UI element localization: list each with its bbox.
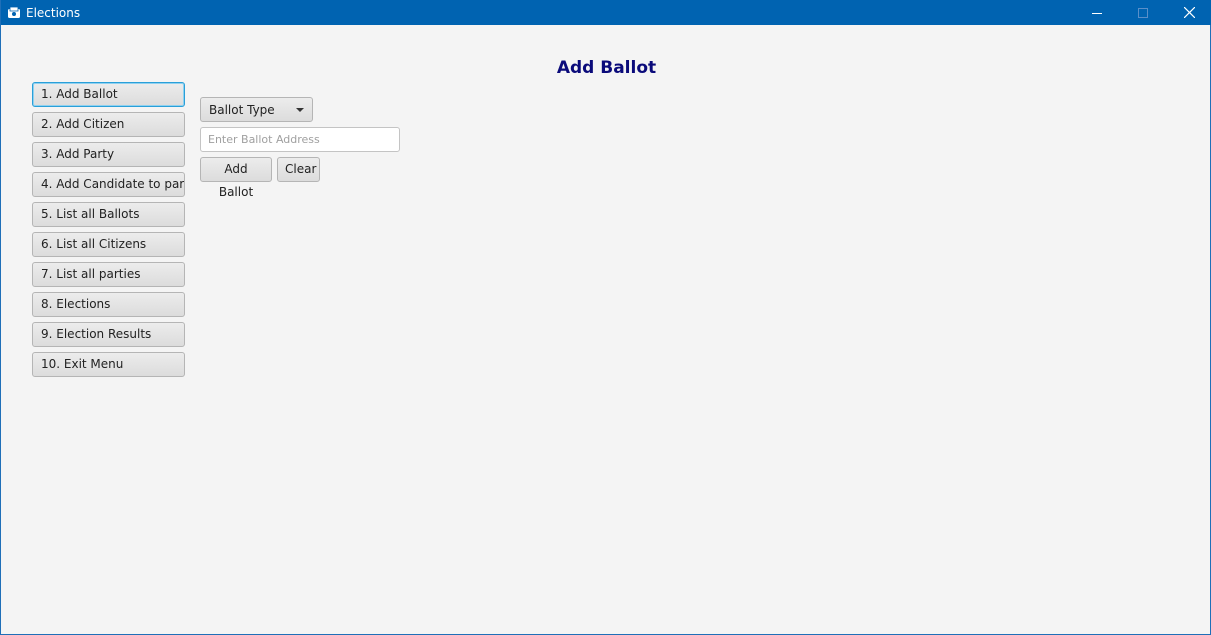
app-window: Elections Add Ballot 1. Add Ballot 2. Ad… bbox=[0, 0, 1211, 635]
menu-list-citizens-button[interactable]: 6. List all Citizens bbox=[32, 232, 185, 257]
menu-add-ballot-button[interactable]: 1. Add Ballot bbox=[32, 82, 185, 107]
window-controls bbox=[1074, 0, 1211, 25]
window-title: Elections bbox=[26, 5, 81, 20]
ballot-type-label: Ballot Type bbox=[209, 102, 275, 117]
menu-election-results-button[interactable]: 9. Election Results bbox=[32, 322, 185, 347]
maximize-button[interactable] bbox=[1120, 0, 1166, 25]
minimize-icon bbox=[1092, 12, 1102, 14]
main-menu: 1. Add Ballot 2. Add Citizen 3. Add Part… bbox=[32, 82, 185, 382]
menu-list-ballots-button[interactable]: 5. List all Ballots bbox=[32, 202, 185, 227]
minimize-button[interactable] bbox=[1074, 0, 1120, 25]
close-button[interactable] bbox=[1166, 0, 1211, 25]
chevron-down-icon bbox=[296, 108, 304, 112]
menu-add-candidate-button[interactable]: 4. Add Candidate to party bbox=[32, 172, 185, 197]
menu-exit-button[interactable]: 10. Exit Menu bbox=[32, 352, 185, 377]
add-ballot-button[interactable]: Add Ballot bbox=[200, 157, 272, 199]
ballot-type-select[interactable]: Ballot Type bbox=[200, 97, 313, 122]
page-title: Add Ballot bbox=[556, 58, 657, 78]
menu-add-citizen-button[interactable]: 2. Add Citizen bbox=[32, 112, 185, 137]
menu-elections-button[interactable]: 8. Elections bbox=[32, 292, 185, 317]
title-bar[interactable]: Elections bbox=[1, 0, 1211, 25]
maximize-icon bbox=[1138, 7, 1148, 18]
menu-list-parties-button[interactable]: 7. List all parties bbox=[32, 262, 185, 287]
ballot-app-icon bbox=[6, 5, 22, 21]
ballot-address-input[interactable] bbox=[200, 127, 400, 152]
close-icon bbox=[1183, 7, 1195, 18]
clear-button[interactable]: Clear bbox=[277, 157, 320, 182]
menu-add-party-button[interactable]: 3. Add Party bbox=[32, 142, 185, 167]
